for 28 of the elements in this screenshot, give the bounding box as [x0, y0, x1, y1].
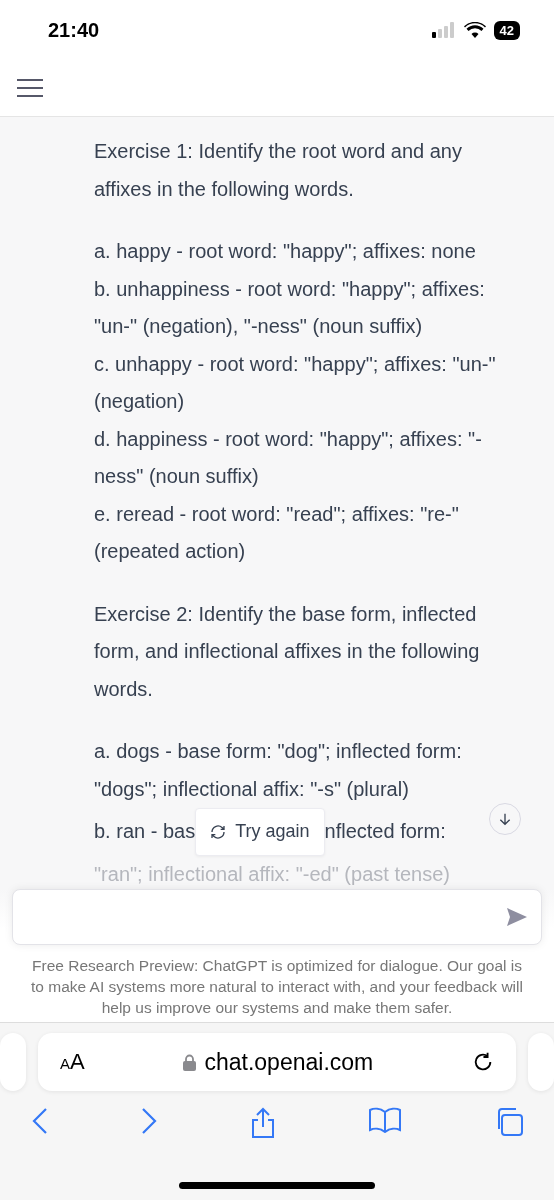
- address-bar[interactable]: AA chat.openai.com: [38, 1033, 516, 1091]
- lock-icon: [183, 1053, 197, 1071]
- list-item-text: d. happiness - root word: "happy"; affixes: "-ness" (noun suffix): [94, 426, 483, 489]
- send-icon[interactable]: [507, 908, 527, 926]
- arrow-down-icon: [497, 811, 513, 827]
- list-item-text: e. reread - root word: "read"; affixes: "re-" (repeated action): [94, 501, 460, 564]
- try-again-button[interactable]: Try again: [195, 808, 325, 856]
- exercise-heading: Exercise 2: Identify the base form, inflected form, and inflectional affixes in the following words.: [94, 601, 481, 702]
- exercise-heading: Exercise 1: Identify the root word and any affixes in the following words.: [94, 139, 463, 202]
- list-item-text: a. dogs - base form: "dog"; inflected form: "dogs"; inflectional affix: "-s" (plural): [94, 739, 463, 802]
- list-item-text: b. unhappiness - root word: "happy"; affixes: "un-" (negation), "-ness" (noun suffix): [94, 276, 486, 339]
- list-item-text: c. unhappy - root word: "happy"; affixes: "un-" (negation): [94, 351, 497, 414]
- list-item-text: b. ran - bas: [94, 819, 196, 845]
- list-item-text: a. happy - root word: "happy"; affixes: none: [94, 239, 477, 264]
- url-text: chat.openai.com: [204, 1048, 374, 1076]
- list-item-text: "ran"; inflectional affix: "-ed" (past tense): [94, 862, 451, 887]
- battery-level: 42: [493, 20, 520, 40]
- scroll-down-button[interactable]: [489, 803, 521, 835]
- refresh-icon: [210, 824, 227, 840]
- signal-icon: [431, 22, 456, 38]
- status-time: 21:40: [48, 18, 100, 42]
- wifi-icon: [463, 22, 486, 38]
- message-input[interactable]: [12, 889, 542, 945]
- menu-icon[interactable]: [16, 78, 44, 98]
- text-size-button[interactable]: AA: [60, 1049, 85, 1075]
- disclaimer-text: Free Research Preview: ChatGPT is optimized for dialogue. Our goal is to make AI systems more natural to interact with, and your feedback will help us improve our systems and make them safer.: [30, 956, 524, 1018]
- reload-icon[interactable]: [472, 1051, 494, 1073]
- list-item-text: nflected form:: [324, 819, 446, 845]
